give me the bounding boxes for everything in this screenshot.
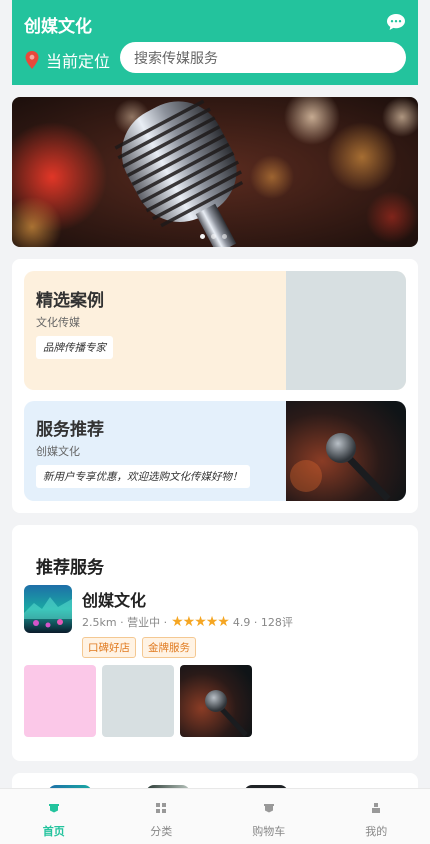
microphone-card-image — [286, 401, 406, 501]
search-placeholder: 搜索传媒服务 — [134, 50, 218, 67]
card-subtitle: 创媒文化 — [36, 445, 80, 458]
section-title: 推荐服务 — [36, 558, 104, 578]
recommend-section: 推荐服务 创媒文化 2.5km · 营业中 · ★★★★★ 4.9 · 128评 — [12, 525, 418, 761]
location-label: 当前定位 — [46, 52, 111, 71]
search-input[interactable]: 搜索传媒服务 — [120, 42, 406, 73]
tab-home[interactable]: 首页 — [0, 789, 108, 844]
home-icon — [48, 804, 59, 813]
star-rating-icon: ★★★★★ — [171, 614, 230, 630]
card-image-placeholder — [286, 271, 406, 390]
tab-profile[interactable]: 我的 — [323, 789, 430, 844]
cart-icon — [263, 804, 274, 813]
card-tag: 新用户专享优惠，欢迎选购文化传媒好物！ — [36, 465, 250, 488]
tab-label: 分类 — [150, 825, 173, 838]
service-recommend-card[interactable]: 服务推荐 创媒文化 新用户专享优惠，欢迎选购文化传媒好物！ — [24, 401, 406, 501]
shop-rating: 4.9 — [232, 615, 251, 629]
bottom-tab-bar: 首页 分类 购物车 我的 — [0, 788, 430, 844]
shop-thumbnail[interactable] — [24, 585, 72, 633]
shop-tag: 金牌服务 — [142, 637, 196, 658]
meta-separator: · — [160, 615, 168, 629]
current-location-button[interactable]: 当前定位 — [24, 48, 110, 72]
tab-category[interactable]: 分类 — [108, 789, 216, 844]
gallery-image[interactable] — [180, 665, 252, 737]
shop-tag: 口碑好店 — [82, 637, 136, 658]
shop-review-count: 128评 — [260, 616, 293, 629]
featured-cases-card[interactable]: 精选案例 文化传媒 品牌传播专家 — [24, 271, 406, 390]
card-title: 服务推荐 — [36, 420, 104, 440]
card-title: 精选案例 — [36, 291, 104, 311]
microphone-gallery-image — [180, 665, 252, 737]
app-title: 创媒文化 — [24, 17, 92, 37]
banner-carousel[interactable] — [12, 97, 418, 247]
gallery-image[interactable] — [102, 665, 174, 737]
meta-separator: · — [250, 615, 261, 629]
carousel-dot[interactable] — [200, 234, 205, 239]
shop-meta: 2.5km · 营业中 · ★★★★★ 4.9 · 128评 — [82, 614, 293, 630]
tab-cart[interactable]: 购物车 — [215, 789, 323, 844]
tab-label: 购物车 — [252, 825, 286, 838]
grid-icon — [156, 803, 167, 813]
meta-separator: · — [116, 615, 128, 629]
carousel-dots — [200, 234, 227, 239]
carousel-dot[interactable] — [222, 234, 227, 239]
app-header: 创媒文化 当前定位 搜索传媒服务 — [12, 0, 418, 85]
gallery-image[interactable] — [24, 665, 96, 737]
carousel-dot[interactable] — [211, 234, 216, 239]
microphone-banner-image — [12, 97, 418, 247]
card-tag: 品牌传播专家 — [36, 336, 113, 359]
concert-thumbnail-image — [24, 585, 72, 633]
shop-gallery — [24, 665, 252, 737]
shop-distance: 2.5km — [82, 615, 117, 629]
location-pin-icon — [25, 51, 39, 69]
feature-cards-section: 精选案例 文化传媒 品牌传播专家 服务推荐 创媒文化 新用户专享优惠，欢迎选购文… — [12, 259, 418, 513]
card-subtitle: 文化传媒 — [36, 316, 80, 329]
shop-name[interactable]: 创媒文化 — [82, 587, 146, 611]
chat-bubble-icon[interactable] — [386, 12, 406, 32]
tab-label: 首页 — [42, 825, 65, 838]
shop-status: 营业中 — [127, 616, 161, 629]
shop-tags: 口碑好店 金牌服务 — [82, 637, 196, 658]
user-icon — [372, 803, 381, 813]
tab-label: 我的 — [365, 825, 388, 838]
